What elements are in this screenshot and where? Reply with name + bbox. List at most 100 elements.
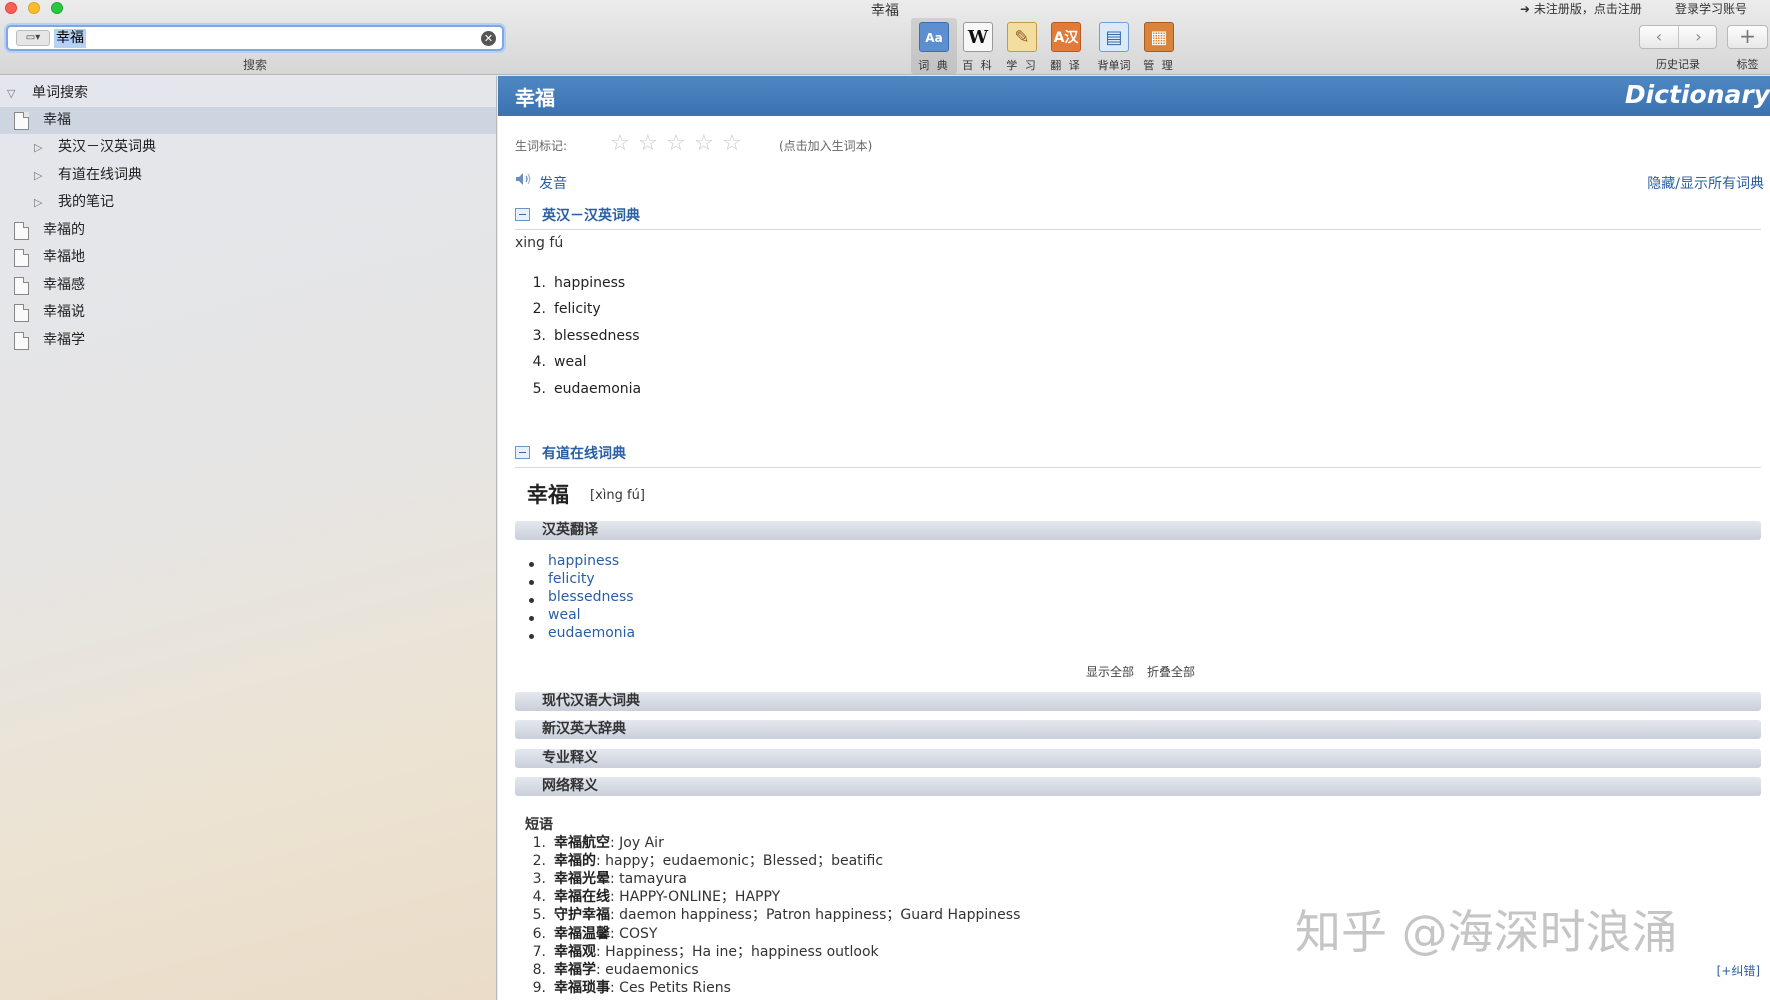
- sidebar-item-selected-word[interactable]: 幸福: [0, 107, 496, 134]
- sidebar-item-word[interactable]: 幸福感: [0, 272, 496, 299]
- tool-dictionary-button[interactable]: Aa 词 典: [911, 18, 957, 74]
- phrase-meaning: : Joy Air: [610, 835, 664, 851]
- dictionary-icon: Aa: [919, 22, 949, 52]
- search-field[interactable]: ▭▾ 幸福 ✕: [6, 25, 504, 51]
- section-bar[interactable]: 新汉英大辞典: [515, 720, 1761, 739]
- cabinet-icon: ▦: [1144, 22, 1174, 52]
- translation-link[interactable]: felicity: [548, 571, 595, 587]
- notebook-icon: ✎: [1007, 22, 1037, 52]
- disclosure-closed-icon[interactable]: ▷: [34, 162, 42, 189]
- tool-manage-button[interactable]: ▦ 管 理: [1136, 18, 1182, 74]
- register-link[interactable]: ➜ 未注册版，点击注册: [1520, 0, 1642, 17]
- phrase-item: 7. 幸福观: Happiness；Ha ine；happiness outloo…: [532, 944, 879, 960]
- section-bar[interactable]: 现代汉语大词典: [515, 692, 1761, 711]
- flashcard-book-icon: ▤: [1099, 22, 1129, 52]
- sidebar-item-my-notes[interactable]: ▷ 我的笔记: [0, 189, 496, 216]
- report-error-link[interactable]: [+纠错]: [1717, 962, 1760, 979]
- star-icon[interactable]: ☆: [722, 131, 742, 156]
- translation-link[interactable]: happiness: [548, 553, 619, 569]
- sidebar-item-label: 幸福学: [43, 332, 85, 348]
- sidebar-root-label: 单词搜索: [32, 85, 88, 101]
- speaker-icon[interactable]: [515, 172, 533, 186]
- document-icon: [14, 277, 29, 295]
- bullet-icon: [529, 616, 534, 621]
- phrase-term: 守护幸福: [554, 907, 610, 923]
- document-icon: [14, 249, 29, 267]
- clear-icon[interactable]: ✕: [481, 31, 496, 46]
- sidebar-item-word[interactable]: 幸福地: [0, 244, 496, 271]
- phrase-label: 短语: [525, 817, 553, 833]
- document-icon: [14, 332, 29, 350]
- sidebar-item-word[interactable]: 幸福说: [0, 299, 496, 326]
- pinyin: xing fú: [515, 235, 564, 251]
- definition-text: weal: [554, 354, 587, 370]
- window-title: 幸福: [871, 3, 899, 19]
- tool-label: 翻 译: [1050, 59, 1082, 72]
- collapse-section-icon[interactable]: [515, 446, 530, 459]
- sidebar-root-word-search[interactable]: ▽ 单词搜索: [0, 80, 496, 107]
- disclosure-closed-icon[interactable]: ▷: [34, 189, 42, 216]
- tool-translate-button[interactable]: A汉 翻 译: [1043, 18, 1089, 74]
- sidebar: ▽ 单词搜索 幸福 ▷ 英汉－汉英词典 ▷ 有道在线词典 ▷ 我的笔记 幸福的 …: [0, 76, 497, 1000]
- login-link[interactable]: 登录学习账号: [1675, 0, 1747, 17]
- tool-flashcards-button[interactable]: ▤ 背单词: [1091, 18, 1137, 74]
- translation-link[interactable]: blessedness: [548, 589, 634, 605]
- phrase-item: 6. 幸福温馨: COSY: [532, 926, 658, 942]
- collapse-all-link[interactable]: 折叠全部: [1147, 663, 1195, 680]
- sidebar-item-word[interactable]: 幸福学: [0, 327, 496, 354]
- tag-caption: 标签: [1736, 58, 1759, 71]
- rating-hint: (点击加入生词本): [779, 139, 873, 153]
- pronounce-link[interactable]: 发音: [539, 173, 567, 193]
- phrase-term: 幸福温馨: [554, 926, 610, 942]
- tool-study-button[interactable]: ✎ 学 习: [999, 18, 1045, 74]
- sidebar-item-label: 幸福地: [43, 249, 85, 265]
- definition-text: felicity: [554, 301, 601, 317]
- section-title-ec[interactable]: 英汉－汉英词典: [542, 205, 640, 225]
- disclosure-open-icon[interactable]: ▽: [7, 80, 15, 107]
- search-caption: 搜索: [242, 58, 267, 72]
- history-nav: ‹ ›: [1639, 25, 1717, 49]
- section-bar[interactable]: 专业释义: [515, 749, 1761, 768]
- phrase-term: 幸福航空: [554, 835, 610, 851]
- sidebar-item-youdao-dictionary[interactable]: ▷ 有道在线词典: [0, 162, 496, 189]
- word-title: 幸福: [515, 86, 555, 110]
- definition-item: 1. happiness: [532, 275, 626, 291]
- disclosure-closed-icon[interactable]: ▷: [34, 134, 42, 161]
- section-divider: [515, 467, 1761, 468]
- sidebar-item-label: 幸福感: [43, 277, 85, 293]
- tool-wikipedia-button[interactable]: W 百 科: [955, 18, 1001, 74]
- translation-link[interactable]: weal: [548, 607, 581, 623]
- translation-link[interactable]: eudaemonia: [548, 625, 635, 641]
- section-title-youdao[interactable]: 有道在线词典: [542, 443, 626, 463]
- wikipedia-icon: W: [963, 22, 993, 52]
- sidebar-item-ec-dictionary[interactable]: ▷ 英汉－汉英词典: [0, 134, 496, 161]
- bullet-icon: [529, 634, 534, 639]
- bar-label: 专业释义: [542, 750, 598, 766]
- star-icon[interactable]: ☆: [666, 131, 686, 156]
- toggle-all-dictionaries-link[interactable]: 隐藏/显示所有词典: [1647, 173, 1764, 193]
- star-icon[interactable]: ☆: [638, 131, 658, 156]
- sidebar-item-word[interactable]: 幸福的: [0, 217, 496, 244]
- rating-label: 生词标记:: [515, 139, 568, 153]
- star-icon[interactable]: ☆: [694, 131, 714, 156]
- sidebar-item-label: 有道在线词典: [58, 167, 142, 183]
- phrase-term: 幸福的: [554, 853, 596, 869]
- back-arrow-icon[interactable]: ‹: [1640, 26, 1679, 48]
- translation-header-bar[interactable]: 汉英翻译: [515, 521, 1761, 540]
- search-input[interactable]: 幸福: [54, 29, 86, 48]
- star-icon[interactable]: ☆: [610, 131, 630, 156]
- bullet-icon: [529, 580, 534, 585]
- sidebar-item-label: 英汉－汉英词典: [58, 139, 156, 155]
- show-all-link[interactable]: 显示全部: [1086, 663, 1134, 680]
- forward-arrow-icon[interactable]: ›: [1679, 26, 1718, 48]
- section-bar[interactable]: 网络释义: [515, 777, 1761, 796]
- tool-label: 词 典: [918, 59, 950, 72]
- tool-label: 学 习: [1006, 59, 1038, 72]
- search-scope-menu[interactable]: ▭▾: [16, 30, 50, 46]
- document-icon: [14, 222, 29, 240]
- brand-logo: Dictionary: [1624, 80, 1770, 109]
- definition-item: 4. weal: [532, 354, 587, 370]
- phrase-meaning: : daemon happiness；Patron happiness；Guar…: [610, 907, 1021, 923]
- collapse-section-icon[interactable]: [515, 208, 530, 221]
- add-tag-button[interactable]: +: [1727, 25, 1768, 49]
